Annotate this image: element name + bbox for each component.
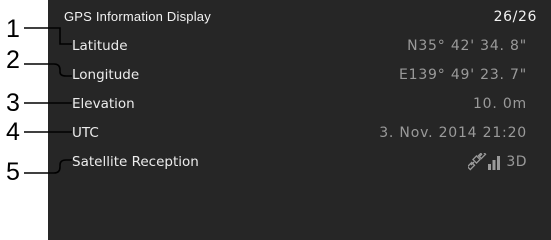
callout-line-5 — [24, 159, 72, 174]
callout-line-2 — [24, 63, 72, 77]
callout-line-1 — [24, 27, 72, 45]
callout-lines — [24, 27, 72, 174]
